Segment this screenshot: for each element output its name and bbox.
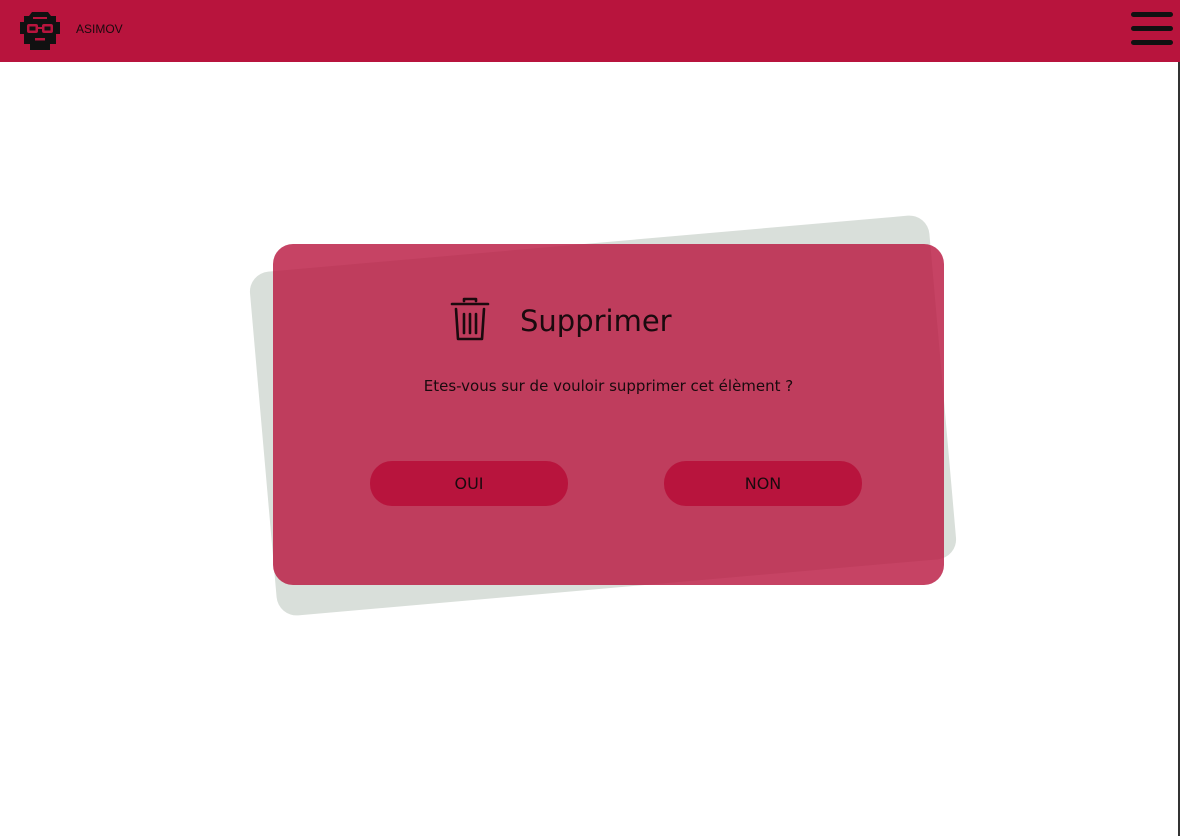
brand-name: ASIMOV: [76, 22, 123, 36]
robot-head-icon: [20, 12, 60, 50]
cancel-button[interactable]: NON: [664, 461, 862, 506]
dialog-message: Etes-vous sur de vouloir supprimer cet é…: [423, 377, 794, 395]
app-header: ASIMOV: [0, 0, 1180, 62]
dialog-title: Supprimer: [520, 304, 672, 338]
delete-confirmation-dialog: Supprimer Etes-vous sur de vouloir suppr…: [273, 244, 944, 585]
confirm-button[interactable]: OUI: [370, 461, 568, 506]
menu-button[interactable]: [1130, 12, 1174, 48]
trash-icon: [450, 297, 490, 341]
